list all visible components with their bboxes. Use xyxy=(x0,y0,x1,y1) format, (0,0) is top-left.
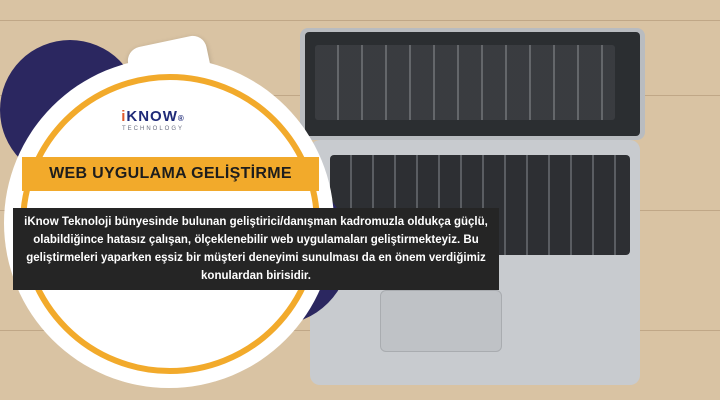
description-box: iKnow Teknoloji bünyesinde bulunan geliş… xyxy=(13,208,499,290)
hero-banner: iKNOW® TECHNOLOGY WEB UYGULAMA GELİŞTİRM… xyxy=(0,0,720,400)
page-title: WEB UYGULAMA GELİŞTİRME xyxy=(49,165,292,182)
logo-main: KNOW xyxy=(126,108,178,125)
logo-wordmark: iKNOW® xyxy=(108,108,198,125)
description-text: iKnow Teknoloji bünyesinde bulunan geliş… xyxy=(24,216,488,282)
logo-subtitle: TECHNOLOGY xyxy=(121,126,184,132)
laptop-trackpad xyxy=(380,290,502,352)
laptop-reflection-keys xyxy=(315,45,615,120)
logo-registered-mark: ® xyxy=(177,114,185,123)
iknow-logo: iKNOW® TECHNOLOGY xyxy=(108,108,198,132)
wood-plank-line xyxy=(0,20,720,21)
title-band: WEB UYGULAMA GELİŞTİRME xyxy=(22,157,319,191)
